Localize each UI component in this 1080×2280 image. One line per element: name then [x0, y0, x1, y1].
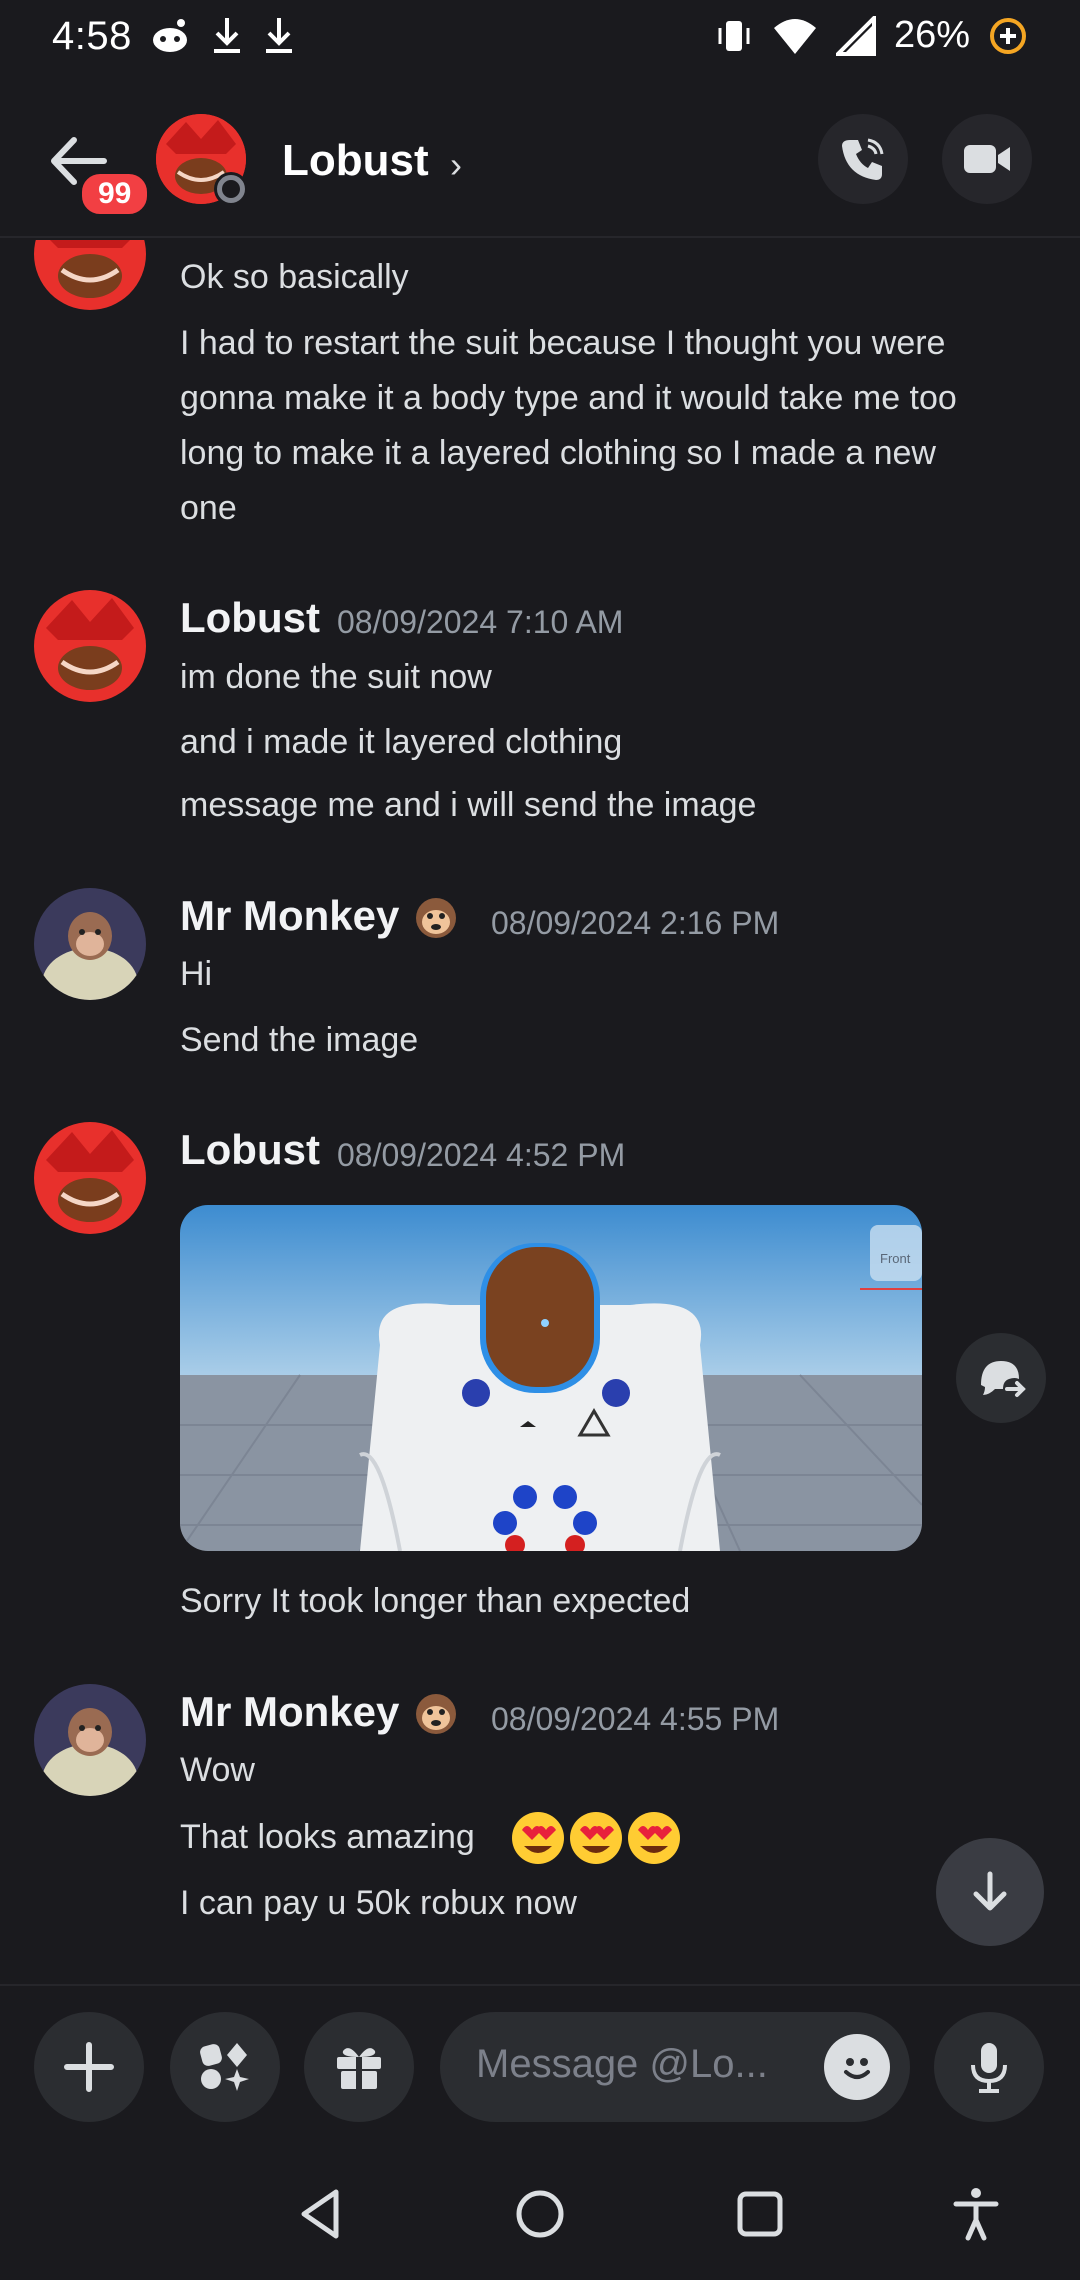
status-system-icons: 26%	[714, 14, 1028, 57]
signal-icon	[835, 15, 876, 56]
vibrate-icon	[718, 20, 750, 51]
avatar[interactable]	[34, 240, 146, 310]
message-author[interactable]: Mr Monkey	[180, 892, 399, 940]
add-attachment-button[interactable]	[34, 2012, 144, 2122]
system-navigation-bar	[0, 2140, 1080, 2280]
forward-button[interactable]	[956, 1333, 1046, 1423]
apps-icon	[200, 2043, 249, 2091]
smiley-face-icon	[844, 2058, 870, 2079]
status-time: 4:58	[52, 14, 132, 58]
unread-badge: 99	[78, 170, 152, 218]
attachment-label: Front	[880, 1251, 911, 1266]
video-camera-icon	[964, 145, 1010, 173]
phone-icon	[842, 138, 884, 180]
message-timestamp: 08/09/2024 4:55 PM	[491, 1701, 780, 1737]
microphone-icon	[971, 2043, 1007, 2093]
message-composer: Message @Lo...	[0, 1984, 1080, 2140]
message-line: Ok so basically	[180, 258, 409, 296]
nav-home-icon[interactable]	[510, 2184, 570, 2244]
message-author[interactable]: Lobust	[180, 594, 320, 642]
battery-saver-icon	[990, 17, 1026, 54]
avatar[interactable]	[34, 888, 146, 1000]
avatar[interactable]	[34, 590, 146, 702]
status-notification-icons	[150, 16, 294, 56]
video-call-button[interactable]	[942, 114, 1032, 204]
nav-back-icon[interactable]	[292, 2184, 352, 2244]
message-line: Send the image	[180, 1021, 419, 1059]
message-line: That looks amazing	[180, 1818, 475, 1856]
chevron-right-icon[interactable]: ›	[450, 144, 462, 186]
monkey-emoji-icon	[416, 1694, 456, 1734]
download-icon	[214, 18, 240, 53]
gift-button[interactable]	[304, 2012, 414, 2122]
wifi-icon	[773, 18, 816, 54]
accessibility-icon[interactable]	[946, 2184, 1006, 2244]
voice-message-button[interactable]	[934, 2012, 1044, 2122]
monkey-emoji-icon	[416, 898, 456, 938]
message-line: im done the suit now	[180, 658, 492, 696]
battery-percentage: 26%	[893, 14, 970, 56]
arrow-down-icon	[973, 1871, 1007, 1911]
voice-call-button[interactable]	[818, 114, 908, 204]
download-icon	[266, 18, 292, 53]
image-attachment[interactable]: Front	[180, 1205, 922, 1551]
message-timestamp: 08/09/2024 7:10 AM	[337, 604, 624, 640]
message-timestamp: 08/09/2024 4:52 PM	[337, 1137, 626, 1173]
heart-eyes-emoji-icon	[512, 1812, 680, 1864]
message-line: Sorry It took longer than expected	[180, 1582, 691, 1620]
message-line: one	[180, 489, 237, 527]
avatar[interactable]	[34, 1684, 146, 1796]
message-author[interactable]: Mr Monkey	[180, 1688, 399, 1736]
message-list: Ok so basically I had to restart the sui…	[0, 240, 1080, 1980]
jump-to-present-button[interactable]	[936, 1838, 1044, 1946]
avatar[interactable]	[34, 1122, 146, 1234]
nav-recents-icon[interactable]	[730, 2184, 790, 2244]
forward-message-icon	[981, 1361, 1026, 1397]
message-line: and i made it layered clothing	[180, 723, 623, 761]
message-line: Hi	[180, 955, 213, 993]
status-bar: 4:58 26%	[0, 0, 1080, 80]
reddit-icon	[153, 19, 187, 52]
message-line: I had to restart the suit because I thou…	[180, 324, 946, 362]
plus-icon	[64, 2042, 114, 2092]
message-author[interactable]: Lobust	[180, 1126, 320, 1174]
gift-icon	[337, 2048, 381, 2089]
apps-button[interactable]	[170, 2012, 280, 2122]
offline-status-indicator	[214, 172, 248, 206]
chat-header: 99 Lobust ›	[0, 80, 1080, 238]
emoji-button[interactable]	[824, 2034, 890, 2100]
message-line: long to make it a layered clothing so I …	[180, 434, 936, 472]
message-line: I can pay u 50k robux now	[180, 1884, 577, 1922]
message-input[interactable]: Message @Lo...	[440, 2012, 910, 2122]
header-username[interactable]: Lobust	[282, 136, 429, 186]
message-input-placeholder: Message @Lo...	[476, 2042, 768, 2086]
message-timestamp: 08/09/2024 2:16 PM	[491, 905, 780, 941]
message-line: gonna make it a body type and it would t…	[180, 379, 957, 417]
message-line: Wow	[180, 1751, 255, 1789]
message-line: message me and i will send the image	[180, 786, 757, 824]
